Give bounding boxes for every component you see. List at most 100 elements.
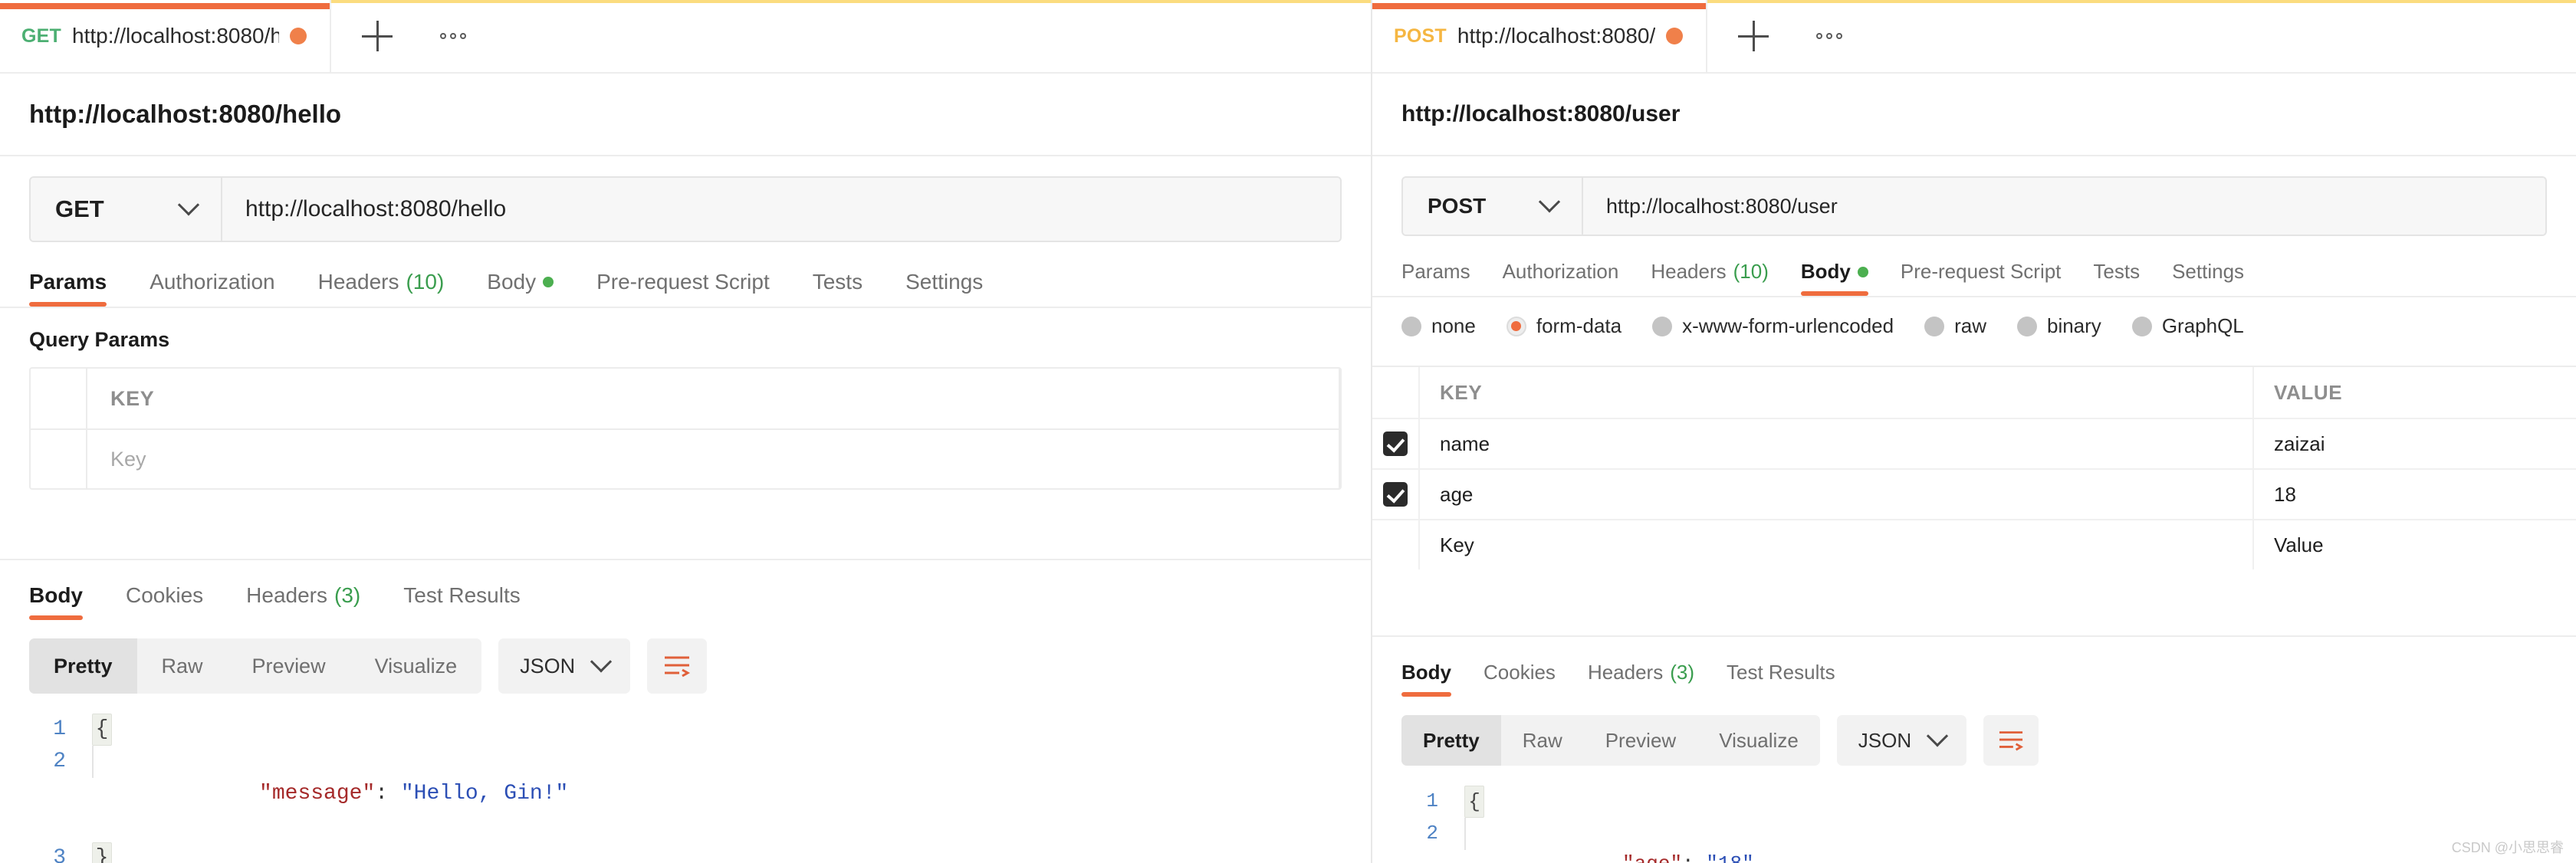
left-url-bar-wrap: GET http://localhost:8080/hello: [0, 156, 1371, 242]
response-tab-body[interactable]: Body: [29, 583, 83, 620]
tab-pre-request-script[interactable]: Pre-request Script: [1901, 260, 2062, 296]
left-tab-strip: GET http://localhost:8080/h: [0, 0, 1371, 74]
response-tab-headers[interactable]: Headers (3): [246, 583, 360, 620]
form-data-row-checkbox[interactable]: [1372, 470, 1420, 519]
radio-icon: [1924, 316, 1945, 336]
new-tab-plus-icon[interactable]: [1738, 21, 1769, 51]
form-data-row-checkbox[interactable]: [1372, 520, 1420, 569]
right-language-value: JSON: [1858, 728, 1912, 752]
tab-headers[interactable]: Headers (10): [1651, 260, 1769, 296]
code-fold-icon[interactable]: {: [1464, 786, 1484, 818]
left-url-input[interactable]: http://localhost:8080/hello: [222, 178, 1340, 241]
query-params-row-checkbox[interactable]: [31, 430, 87, 488]
right-url-input[interactable]: http://localhost:8080/user: [1583, 178, 2545, 235]
right-request-tabs: Params Authorization Headers (10) Body P…: [1372, 236, 2576, 297]
radio-icon: [1652, 316, 1673, 336]
tab-authorization-label: Authorization: [1502, 260, 1619, 283]
form-data-key-input[interactable]: Key: [1420, 520, 2254, 569]
tab-tests[interactable]: Tests: [2093, 260, 2140, 296]
unsaved-dot-icon[interactable]: [1666, 28, 1684, 44]
format-pretty[interactable]: Pretty: [29, 638, 137, 694]
code-fold-icon[interactable]: }: [92, 842, 112, 863]
response-tab-test-results[interactable]: Test Results: [1727, 661, 1835, 697]
left-request-tabs: Params Authorization Headers (10) Body P…: [0, 242, 1371, 308]
form-data-value-input[interactable]: Value: [2254, 520, 2576, 569]
response-tab-test-results[interactable]: Test Results: [403, 583, 521, 620]
body-type-none-label: none: [1431, 314, 1476, 337]
body-type-binary[interactable]: binary: [2016, 314, 2101, 338]
tab-overflow-dots-icon[interactable]: [440, 33, 466, 39]
response-tab-cookies[interactable]: Cookies: [126, 583, 203, 620]
format-visualize[interactable]: Visualize: [350, 638, 482, 694]
checkbox-checked-icon: [1383, 482, 1408, 507]
format-pretty[interactable]: Pretty: [1401, 715, 1501, 766]
tab-headers[interactable]: Headers (10): [318, 270, 445, 307]
response-tab-cookies[interactable]: Cookies: [1484, 661, 1556, 697]
table-row[interactable]: age 18: [1372, 468, 2576, 519]
tab-settings-label: Settings: [2172, 260, 2245, 283]
wrap-lines-icon[interactable]: [647, 638, 708, 694]
right-request-tab[interactable]: POST http://localhost:8080/: [1372, 0, 1708, 72]
left-language-select[interactable]: JSON: [498, 638, 631, 694]
left-request-panel: GET http://localhost:8080/h http://local…: [0, 0, 1372, 863]
tab-authorization[interactable]: Authorization: [1503, 260, 1619, 296]
checkbox-checked-icon: [1383, 432, 1408, 456]
form-data-key-cell[interactable]: name: [1420, 419, 2254, 468]
left-tab-method: GET: [21, 25, 61, 47]
tab-pre-request-script[interactable]: Pre-request Script: [596, 270, 770, 307]
code-line: 1 {: [1372, 786, 2576, 818]
response-tab-body[interactable]: Body: [1401, 661, 1451, 697]
unsaved-dot-icon[interactable]: [290, 28, 307, 44]
body-type-form-data[interactable]: form-data: [1506, 314, 1622, 338]
tab-tests[interactable]: Tests: [813, 270, 863, 307]
body-type-graphql[interactable]: GraphQL: [2131, 314, 2244, 338]
radio-icon: [2131, 316, 2152, 336]
left-request-title-row: http://localhost:8080/hello: [0, 74, 1371, 156]
tab-body[interactable]: Body: [487, 270, 554, 307]
tab-params[interactable]: Params: [1401, 260, 1470, 296]
tab-headers-count: (10): [406, 270, 445, 294]
tab-settings[interactable]: Settings: [905, 270, 983, 307]
form-data-row-checkbox[interactable]: [1372, 419, 1420, 468]
wrap-lines-icon[interactable]: [1983, 715, 2039, 766]
table-row[interactable]: name zaizai: [1372, 418, 2576, 468]
new-tab-plus-icon[interactable]: [362, 21, 393, 51]
tab-settings[interactable]: Settings: [2172, 260, 2244, 296]
body-type-urlencoded[interactable]: x-www-form-urlencoded: [1652, 314, 1894, 338]
query-params-heading: Query Params: [29, 328, 170, 351]
query-params-key-input[interactable]: Key: [87, 430, 1340, 488]
left-request-tab[interactable]: GET http://localhost:8080/h: [0, 0, 331, 72]
body-type-none[interactable]: none: [1401, 314, 1476, 338]
body-type-radio-group: none form-data x-www-form-urlencoded raw…: [1372, 297, 2576, 353]
right-tab-url: http://localhost:8080/: [1457, 24, 1656, 48]
format-preview[interactable]: Preview: [1584, 715, 1697, 766]
tab-headers-label: Headers: [317, 270, 399, 294]
format-raw[interactable]: Raw: [1501, 715, 1584, 766]
right-language-select[interactable]: JSON: [1836, 715, 1967, 766]
format-visualize[interactable]: Visualize: [1697, 715, 1820, 766]
tab-overflow-dots-icon[interactable]: [1816, 33, 1843, 39]
code-indent-guide: [1464, 818, 1484, 850]
format-raw[interactable]: Raw: [137, 638, 228, 694]
response-tab-headers[interactable]: Headers (3): [1588, 661, 1694, 697]
form-data-key-cell[interactable]: age: [1420, 470, 2254, 519]
query-params-empty-row[interactable]: Key: [31, 428, 1340, 488]
form-data-value-cell[interactable]: 18: [2254, 470, 2576, 519]
body-type-raw[interactable]: raw: [1924, 314, 1986, 338]
tab-params[interactable]: Params: [29, 270, 107, 307]
tab-body[interactable]: Body: [1800, 260, 1868, 296]
tab-authorization[interactable]: Authorization: [150, 270, 274, 307]
code-fold-icon[interactable]: {: [92, 714, 112, 746]
response-tab-headers-count: (3): [1670, 661, 1694, 684]
chevron-down-icon: [177, 194, 200, 216]
radio-icon: [1401, 316, 1421, 336]
format-preview[interactable]: Preview: [228, 638, 350, 694]
form-data-empty-row[interactable]: Key Value: [1372, 519, 2576, 569]
right-method-select[interactable]: POST: [1403, 178, 1583, 235]
response-tab-cookies-label: Cookies: [126, 583, 204, 607]
right-format-bar: Pretty Raw Preview Visualize JSON: [1372, 697, 2576, 766]
line-number: 3: [53, 846, 66, 863]
left-method-select[interactable]: GET: [31, 178, 222, 241]
left-tab-active-accent: [0, 3, 330, 9]
form-data-value-cell[interactable]: zaizai: [2254, 419, 2576, 468]
